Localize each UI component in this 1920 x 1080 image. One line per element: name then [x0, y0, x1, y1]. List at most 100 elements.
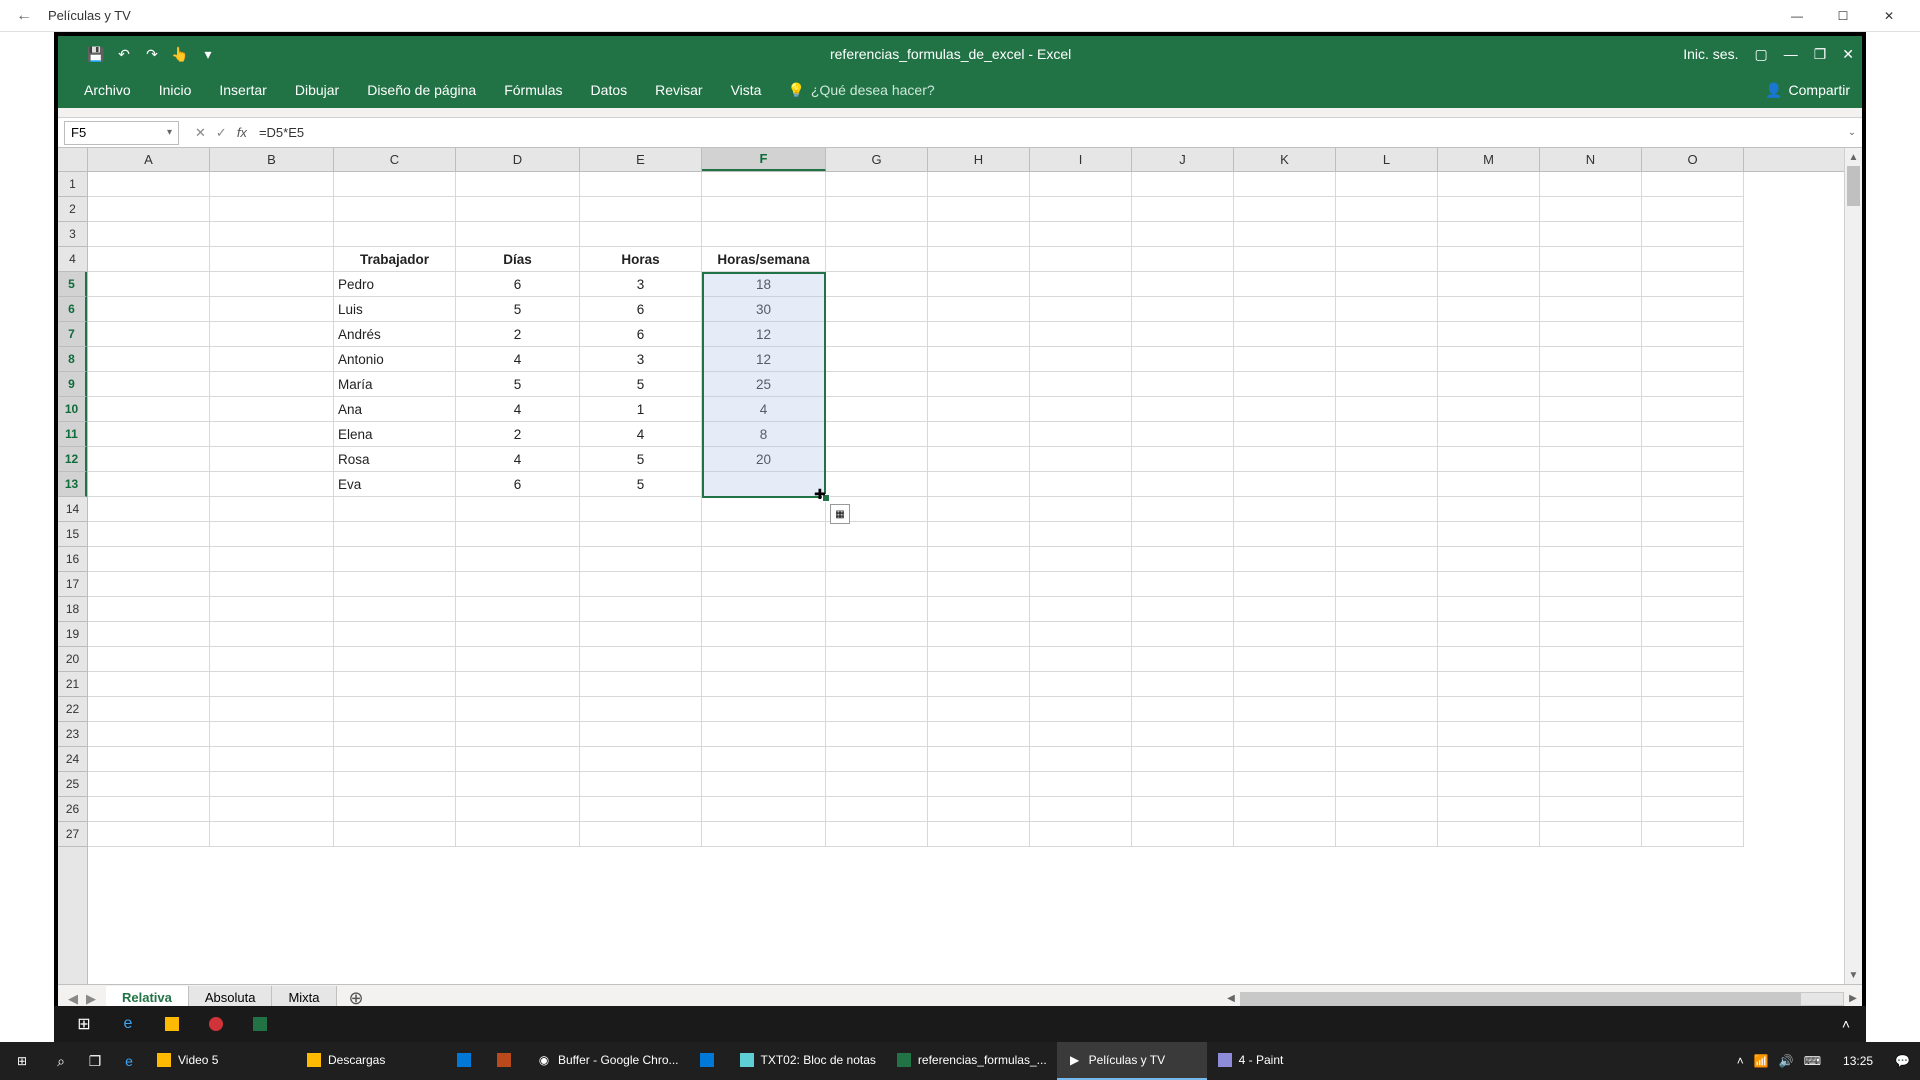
- cell-I21[interactable]: [1030, 672, 1132, 697]
- cell-C5[interactable]: Pedro: [334, 272, 456, 297]
- cell-D2[interactable]: [456, 197, 580, 222]
- cell-K21[interactable]: [1234, 672, 1336, 697]
- cell-H2[interactable]: [928, 197, 1030, 222]
- cell-L2[interactable]: [1336, 197, 1438, 222]
- cell-J27[interactable]: [1132, 822, 1234, 847]
- cell-I17[interactable]: [1030, 572, 1132, 597]
- cell-O27[interactable]: [1642, 822, 1744, 847]
- row-header-24[interactable]: 24: [58, 747, 87, 772]
- cell-E5[interactable]: 3: [580, 272, 702, 297]
- cell-D14[interactable]: [456, 497, 580, 522]
- minimize-icon[interactable]: —: [1774, 1, 1820, 31]
- cell-F12[interactable]: 20: [702, 447, 826, 472]
- taskbar-item-outlook[interactable]: [446, 1042, 486, 1080]
- cell-H6[interactable]: [928, 297, 1030, 322]
- cell-D21[interactable]: [456, 672, 580, 697]
- sheet-prev-icon[interactable]: ◀: [68, 991, 78, 1007]
- tray-clock[interactable]: 13:25: [1831, 1054, 1885, 1068]
- row-header-15[interactable]: 15: [58, 522, 87, 547]
- undo-icon[interactable]: ↶: [114, 44, 134, 64]
- col-header-j[interactable]: J: [1132, 148, 1234, 171]
- touch-icon[interactable]: 👆: [170, 44, 190, 64]
- fill-handle[interactable]: [822, 494, 830, 502]
- cell-M1[interactable]: [1438, 172, 1540, 197]
- cell-K22[interactable]: [1234, 697, 1336, 722]
- col-header-e[interactable]: E: [580, 148, 702, 171]
- cell-M23[interactable]: [1438, 722, 1540, 747]
- cell-N21[interactable]: [1540, 672, 1642, 697]
- cell-O19[interactable]: [1642, 622, 1744, 647]
- tray-chevron-icon[interactable]: ˄: [1737, 1054, 1744, 1068]
- edge-icon[interactable]: e: [106, 1007, 150, 1041]
- cell-G21[interactable]: [826, 672, 928, 697]
- save-icon[interactable]: 💾: [86, 44, 106, 64]
- cell-A20[interactable]: [88, 647, 210, 672]
- row-header-23[interactable]: 23: [58, 722, 87, 747]
- cell-O1[interactable]: [1642, 172, 1744, 197]
- cell-A14[interactable]: [88, 497, 210, 522]
- cell-N17[interactable]: [1540, 572, 1642, 597]
- opera-icon[interactable]: [194, 1007, 238, 1041]
- cell-G18[interactable]: [826, 597, 928, 622]
- cell-L11[interactable]: [1336, 422, 1438, 447]
- cell-G16[interactable]: [826, 547, 928, 572]
- cell-J26[interactable]: [1132, 797, 1234, 822]
- row-header-3[interactable]: 3: [58, 222, 87, 247]
- cell-G6[interactable]: [826, 297, 928, 322]
- cell-C11[interactable]: Elena: [334, 422, 456, 447]
- cell-A12[interactable]: [88, 447, 210, 472]
- row-header-25[interactable]: 25: [58, 772, 87, 797]
- cell-F17[interactable]: [702, 572, 826, 597]
- cell-N10[interactable]: [1540, 397, 1642, 422]
- cell-K1[interactable]: [1234, 172, 1336, 197]
- cell-H24[interactable]: [928, 747, 1030, 772]
- cell-F9[interactable]: 25: [702, 372, 826, 397]
- cell-J12[interactable]: [1132, 447, 1234, 472]
- cell-N15[interactable]: [1540, 522, 1642, 547]
- cell-E3[interactable]: [580, 222, 702, 247]
- cell-N1[interactable]: [1540, 172, 1642, 197]
- cell-O18[interactable]: [1642, 597, 1744, 622]
- cell-N27[interactable]: [1540, 822, 1642, 847]
- cell-B27[interactable]: [210, 822, 334, 847]
- cell-B9[interactable]: [210, 372, 334, 397]
- row-header-26[interactable]: 26: [58, 797, 87, 822]
- cell-M16[interactable]: [1438, 547, 1540, 572]
- cell-L9[interactable]: [1336, 372, 1438, 397]
- cell-N25[interactable]: [1540, 772, 1642, 797]
- cell-E7[interactable]: 6: [580, 322, 702, 347]
- cell-D10[interactable]: 4: [456, 397, 580, 422]
- taskbar-item-excel[interactable]: referencias_formulas_...: [886, 1042, 1057, 1080]
- cell-F14[interactable]: [702, 497, 826, 522]
- cell-H8[interactable]: [928, 347, 1030, 372]
- cell-F27[interactable]: [702, 822, 826, 847]
- cell-C22[interactable]: [334, 697, 456, 722]
- cell-D25[interactable]: [456, 772, 580, 797]
- cell-A3[interactable]: [88, 222, 210, 247]
- cell-B25[interactable]: [210, 772, 334, 797]
- cell-K5[interactable]: [1234, 272, 1336, 297]
- cell-E10[interactable]: 1: [580, 397, 702, 422]
- cell-K12[interactable]: [1234, 447, 1336, 472]
- cell-A23[interactable]: [88, 722, 210, 747]
- cell-A17[interactable]: [88, 572, 210, 597]
- cell-B23[interactable]: [210, 722, 334, 747]
- cell-J2[interactable]: [1132, 197, 1234, 222]
- cell-E19[interactable]: [580, 622, 702, 647]
- cell-J15[interactable]: [1132, 522, 1234, 547]
- cell-K6[interactable]: [1234, 297, 1336, 322]
- cell-M18[interactable]: [1438, 597, 1540, 622]
- cell-L24[interactable]: [1336, 747, 1438, 772]
- cancel-icon[interactable]: ✕: [195, 125, 206, 141]
- cell-M17[interactable]: [1438, 572, 1540, 597]
- hscroll-left-icon[interactable]: ◀: [1222, 993, 1240, 1004]
- cell-G4[interactable]: [826, 247, 928, 272]
- cell-D24[interactable]: [456, 747, 580, 772]
- cell-N24[interactable]: [1540, 747, 1642, 772]
- cell-J25[interactable]: [1132, 772, 1234, 797]
- cell-G20[interactable]: [826, 647, 928, 672]
- cell-C7[interactable]: Andrés: [334, 322, 456, 347]
- cell-C6[interactable]: Luis: [334, 297, 456, 322]
- cell-F13[interactable]: [702, 472, 826, 497]
- start-button[interactable]: ⊞: [0, 1042, 44, 1080]
